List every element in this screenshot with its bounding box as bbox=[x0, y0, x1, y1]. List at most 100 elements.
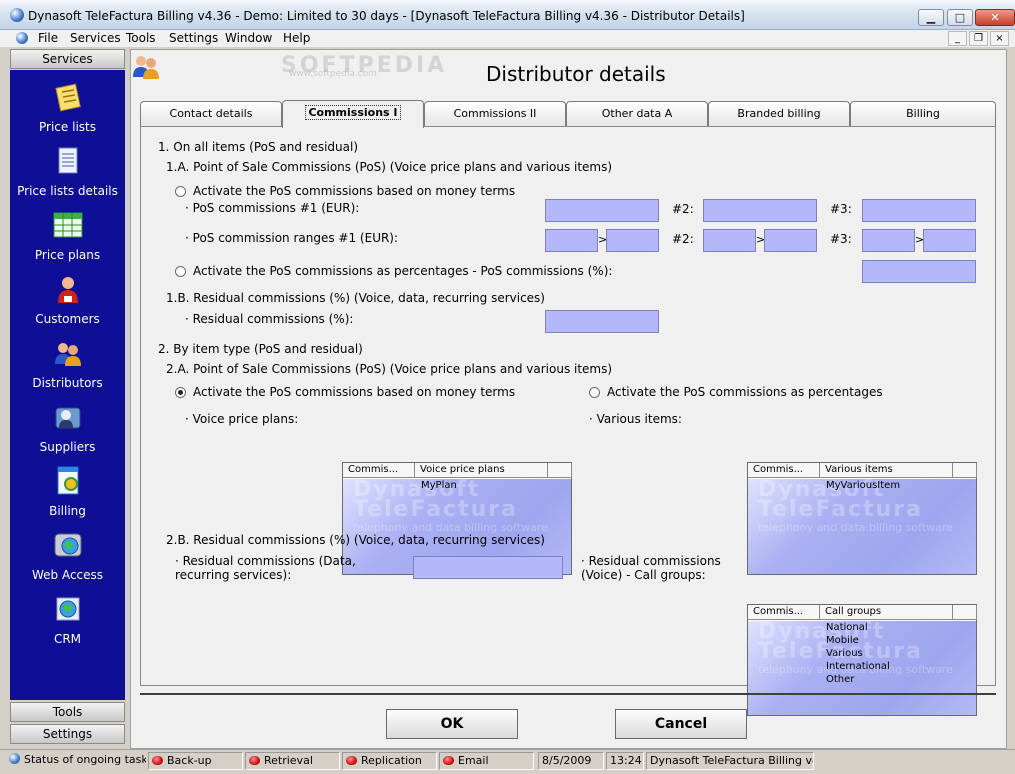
menu-settings[interactable]: Settings bbox=[169, 31, 218, 45]
maximize-button[interactable]: □ bbox=[947, 9, 973, 26]
mdi-app-icon[interactable] bbox=[16, 32, 28, 44]
column-header[interactable] bbox=[953, 463, 977, 478]
pos-money-terms-radio-1[interactable] bbox=[175, 186, 186, 197]
call-groups-grid[interactable]: Commis... Call groups Dynasoft TeleFactu… bbox=[747, 604, 977, 716]
mdi-minimize-button[interactable]: _ bbox=[948, 31, 967, 46]
softpedia-url-watermark: www.softpedia.com bbox=[289, 69, 377, 79]
status-bar: Status of ongoing tasks: Back-up Retriev… bbox=[0, 749, 1015, 774]
range-1-to-input[interactable] bbox=[606, 229, 659, 252]
section-2-heading: 2. By item type (PoS and residual) bbox=[158, 342, 363, 356]
tab-commissions-i[interactable]: Commissions I bbox=[282, 100, 424, 128]
tab-branded-billing[interactable]: Branded billing bbox=[708, 101, 850, 127]
distributors-icon bbox=[55, 343, 81, 366]
menu-window[interactable]: Window bbox=[225, 31, 272, 45]
tab-commissions-ii[interactable]: Commissions II bbox=[424, 101, 566, 127]
various-items-grid[interactable]: Commis... Various items Dynasoft TeleFac… bbox=[747, 462, 977, 575]
email-status-light-icon bbox=[443, 756, 454, 765]
menu-tools[interactable]: Tools bbox=[126, 31, 156, 45]
web-access-icon bbox=[54, 533, 82, 557]
mdi-close-button[interactable]: × bbox=[990, 31, 1009, 46]
crm-icon bbox=[56, 597, 80, 621]
sidebar-item-suppliers[interactable]: Suppliers bbox=[10, 402, 125, 466]
grid-row[interactable]: Various bbox=[826, 648, 863, 659]
services-panel: Price lists Price lists details Price pl… bbox=[10, 70, 125, 700]
range-3-from-input[interactable] bbox=[862, 229, 915, 252]
grid-row[interactable]: National bbox=[826, 622, 868, 633]
range-1-from-input[interactable] bbox=[545, 229, 598, 252]
distributor-details-panel: SOFTPEDIA www.softpedia.com Distributor … bbox=[130, 49, 1007, 749]
mdi-restore-button[interactable]: ❐ bbox=[969, 31, 988, 46]
status-label-text: Status of ongoing tasks: bbox=[24, 753, 146, 766]
residual-data-label-line-2: recurring services): bbox=[175, 568, 292, 582]
settings-section-button[interactable]: Settings bbox=[10, 724, 125, 744]
pos-commission-3-label: #3: bbox=[830, 202, 852, 216]
residual-data-input[interactable] bbox=[413, 556, 563, 579]
menu-help[interactable]: Help bbox=[283, 31, 310, 45]
backup-status-light-icon bbox=[152, 756, 163, 765]
status-date: 8/5/2009 bbox=[538, 752, 604, 770]
pos-commission-2-input[interactable] bbox=[703, 199, 817, 222]
task-replication[interactable]: Replication bbox=[342, 752, 437, 770]
tab-other-data-a[interactable]: Other data A bbox=[566, 101, 708, 127]
sidebar-item-label: Customers bbox=[35, 312, 100, 326]
sidebar-item-web-access[interactable]: Web Access bbox=[10, 530, 125, 594]
range-2-to-input[interactable] bbox=[764, 229, 817, 252]
grid-row[interactable]: MyVariousItem bbox=[826, 480, 900, 491]
page-title: Distributor details bbox=[486, 62, 666, 86]
task-email[interactable]: Email bbox=[439, 752, 534, 770]
range-3-label: #3: bbox=[830, 232, 852, 246]
pos-percentages-radio-2[interactable] bbox=[589, 387, 600, 398]
sidebar-item-customers[interactable]: Customers bbox=[10, 274, 125, 338]
grid-row[interactable]: Mobile bbox=[826, 635, 859, 646]
minimize-button[interactable]: ▁ bbox=[918, 9, 944, 26]
pos-percentage-input[interactable] bbox=[862, 260, 976, 283]
sidebar-item-label: Distributors bbox=[32, 376, 103, 390]
voice-price-plans-label: · Voice price plans: bbox=[185, 412, 299, 426]
billing-icon bbox=[57, 466, 79, 495]
pos-percentages-radio-1[interactable] bbox=[175, 266, 186, 277]
grid-row[interactable]: International bbox=[826, 661, 890, 672]
column-header[interactable]: Call groups bbox=[820, 605, 953, 620]
services-section-button[interactable]: Services bbox=[10, 49, 125, 69]
task-backup[interactable]: Back-up bbox=[148, 752, 243, 770]
task-replication-label: Replication bbox=[361, 754, 422, 767]
sidebar-item-crm[interactable]: CRM bbox=[10, 594, 125, 658]
tab-contact-details[interactable]: Contact details bbox=[140, 101, 282, 127]
window-title: Dynasoft TeleFactura Billing v4.36 - Dem… bbox=[28, 9, 745, 23]
close-button[interactable]: ✕ bbox=[975, 9, 1015, 26]
tools-section-button[interactable]: Tools bbox=[10, 702, 125, 722]
cancel-button[interactable]: Cancel bbox=[615, 709, 747, 739]
pos-money-terms-radio-2[interactable] bbox=[175, 387, 186, 398]
column-header[interactable] bbox=[548, 463, 572, 478]
task-retrieval[interactable]: Retrieval bbox=[245, 752, 340, 770]
column-header[interactable] bbox=[953, 605, 977, 620]
sidebar-item-price-lists[interactable]: Price lists bbox=[10, 82, 125, 146]
sidebar-item-billing[interactable]: Billing bbox=[10, 466, 125, 530]
pos-commission-3-input[interactable] bbox=[862, 199, 976, 222]
column-header[interactable]: Commis... bbox=[748, 463, 820, 478]
menu-bar: File Services Tools Settings Window Help… bbox=[0, 30, 1015, 47]
pos-percentages-label-2: Activate the PoS commissions as percenta… bbox=[607, 385, 883, 399]
status-time: 13:24 bbox=[606, 752, 644, 770]
menu-file[interactable]: File bbox=[38, 31, 58, 45]
sidebar-item-distributors[interactable]: Distributors bbox=[10, 338, 125, 402]
range-3-to-input[interactable] bbox=[923, 229, 976, 252]
column-header[interactable]: Various items bbox=[820, 463, 953, 478]
status-app-name: Dynasoft TeleFactura Billing v4.36 bbox=[646, 752, 814, 770]
column-header[interactable]: Commis... bbox=[343, 463, 415, 478]
sidebar-item-price-plans[interactable]: Price plans bbox=[10, 210, 125, 274]
column-header[interactable]: Voice price plans bbox=[415, 463, 548, 478]
pos-commission-1-input[interactable] bbox=[545, 199, 659, 222]
grid-watermark: TeleFactura bbox=[758, 497, 923, 522]
column-header[interactable]: Commis... bbox=[748, 605, 820, 620]
grid-row[interactable]: MyPlan bbox=[421, 480, 457, 491]
menu-services[interactable]: Services bbox=[70, 31, 121, 45]
ok-button[interactable]: OK bbox=[386, 709, 518, 739]
task-retrieval-label: Retrieval bbox=[264, 754, 313, 767]
residual-commissions-input[interactable] bbox=[545, 310, 659, 333]
range-2-from-input[interactable] bbox=[703, 229, 756, 252]
sidebar-item-price-lists-details[interactable]: Price lists details bbox=[10, 146, 125, 210]
grid-row[interactable]: Other bbox=[826, 674, 854, 685]
tab-billing[interactable]: Billing bbox=[850, 101, 996, 127]
residual-commissions-label: · Residual commissions (%): bbox=[185, 312, 354, 326]
